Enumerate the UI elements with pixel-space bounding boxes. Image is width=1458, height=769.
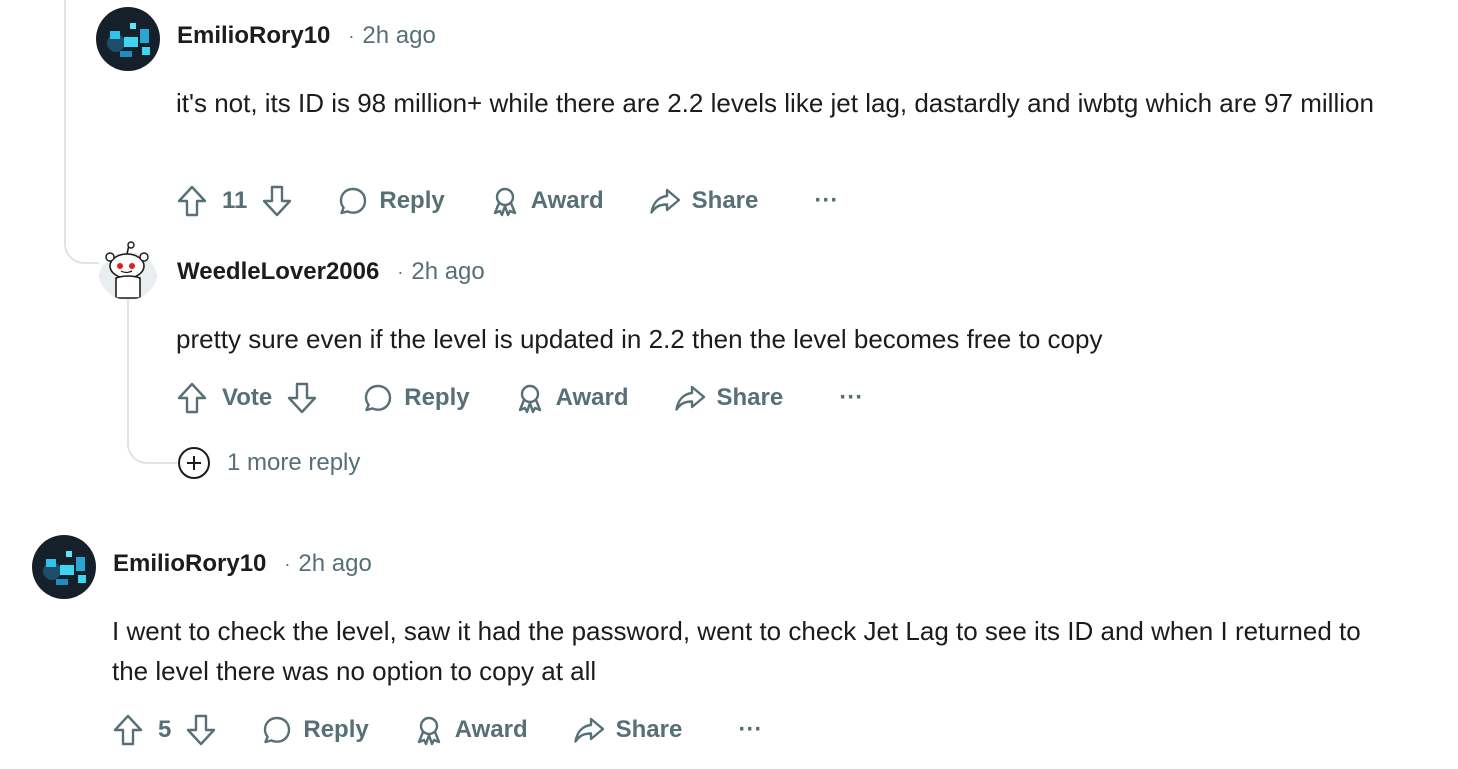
share-label: Share: [716, 384, 784, 411]
comment-actions: 11 Reply Award Share ···: [176, 184, 838, 218]
timestamp[interactable]: 2h ago: [411, 258, 484, 286]
share-button[interactable]: Share: [572, 714, 683, 746]
meta-separator: ·: [397, 261, 404, 282]
reply-label: Reply: [404, 384, 470, 411]
username[interactable]: WeedleLover2006: [177, 258, 379, 286]
ellipsis-icon: ···: [839, 384, 864, 411]
more-replies-button[interactable]: 1 more reply: [177, 446, 360, 480]
vote-group: 5: [112, 713, 217, 747]
reply-button[interactable]: Reply: [337, 185, 445, 217]
avatar[interactable]: [98, 240, 158, 300]
comment-body: I went to check the level, saw it had th…: [112, 616, 1361, 686]
vote-group: Vote: [176, 381, 318, 415]
ellipsis-icon: ···: [814, 187, 839, 214]
award-button[interactable]: Award: [514, 382, 629, 414]
arrow-down-icon[interactable]: [261, 184, 293, 218]
avatar[interactable]: [32, 535, 96, 599]
speech-bubble-icon: [337, 185, 369, 217]
vote-label: Vote: [222, 384, 273, 411]
vote-count: 5: [158, 716, 172, 743]
share-label: Share: [691, 187, 759, 214]
award-label: Award: [530, 187, 604, 214]
award-label: Award: [555, 384, 629, 411]
comment-meta: EmilioRory10 · 2h ago: [113, 550, 372, 578]
speech-bubble-icon: [362, 382, 394, 414]
username[interactable]: EmilioRory10: [177, 22, 330, 50]
plus-circle-icon: [177, 446, 211, 480]
award-ribbon-icon: [489, 185, 521, 217]
comment-meta: WeedleLover2006 · 2h ago: [177, 258, 485, 286]
comment-actions: 5 Reply Award Share ···: [112, 713, 762, 747]
meta-separator: ·: [348, 25, 355, 46]
more-options-button[interactable]: ···: [814, 187, 838, 215]
reply-label: Reply: [303, 716, 369, 743]
award-button[interactable]: Award: [413, 714, 528, 746]
vote-count: 11: [222, 187, 248, 214]
award-ribbon-icon: [514, 382, 546, 414]
vote-group: 11: [176, 184, 293, 218]
share-button[interactable]: Share: [648, 185, 759, 217]
arrow-down-icon[interactable]: [286, 381, 318, 415]
share-arrow-icon: [648, 185, 682, 217]
comment-meta: EmilioRory10 · 2h ago: [177, 22, 436, 50]
award-button[interactable]: Award: [489, 185, 604, 217]
arrow-up-icon[interactable]: [112, 713, 144, 747]
more-options-button[interactable]: ···: [738, 716, 762, 744]
comment-body: it's not, its ID is 98 million+ while th…: [176, 88, 1374, 118]
avatar[interactable]: [96, 7, 160, 71]
meta-separator: ·: [284, 553, 291, 574]
more-options-button[interactable]: ···: [839, 384, 863, 412]
reply-button[interactable]: Reply: [261, 714, 369, 746]
share-label: Share: [615, 716, 683, 743]
timestamp[interactable]: 2h ago: [362, 22, 435, 50]
arrow-down-icon[interactable]: [185, 713, 217, 747]
share-arrow-icon: [673, 382, 707, 414]
thread-line-reply: [127, 300, 177, 464]
comment-body: pretty sure even if the level is updated…: [176, 324, 1103, 354]
share-arrow-icon: [572, 714, 606, 746]
reply-button[interactable]: Reply: [362, 382, 470, 414]
award-label: Award: [454, 716, 528, 743]
award-ribbon-icon: [413, 714, 445, 746]
comment-actions: Vote Reply Award Share ···: [176, 381, 863, 415]
more-replies-label: 1 more reply: [227, 449, 361, 476]
timestamp[interactable]: 2h ago: [298, 550, 371, 578]
reply-label: Reply: [379, 187, 445, 214]
speech-bubble-icon: [261, 714, 293, 746]
ellipsis-icon: ···: [738, 716, 763, 743]
username[interactable]: EmilioRory10: [113, 550, 266, 578]
arrow-up-icon[interactable]: [176, 381, 208, 415]
arrow-up-icon[interactable]: [176, 184, 208, 218]
share-button[interactable]: Share: [673, 382, 784, 414]
